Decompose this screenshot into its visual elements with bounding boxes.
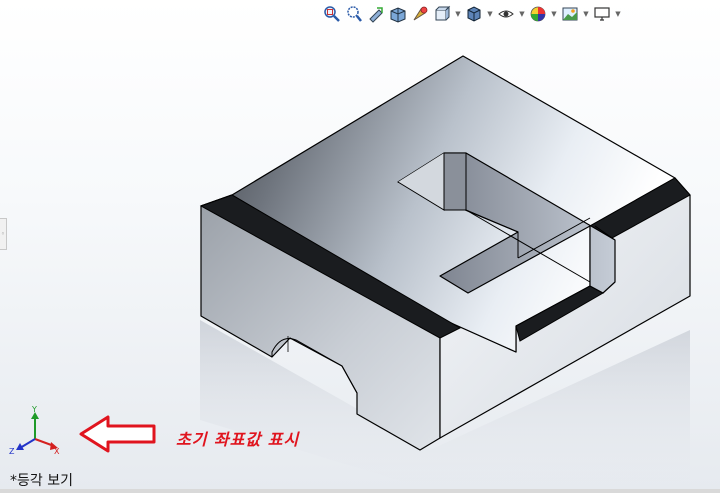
view-orientation-label: *등각 보기 — [10, 473, 73, 489]
axis-z-line — [19, 438, 36, 449]
axis-z-label: Z — [9, 447, 15, 456]
bottom-bar — [0, 489, 720, 493]
axis-x-label: X — [54, 447, 60, 456]
annotation-arrow-icon — [79, 415, 156, 453]
axis-y-label: Y — [31, 406, 37, 414]
annotation-text: 초기 좌표값 표시 — [176, 430, 300, 449]
graphics-area[interactable]: ▼ ▼ ▼ ▼ ▼ ▼ ◦ Y X Z 초기 좌표값 표시 *등각 보기 — [0, 0, 720, 493]
coordinate-triad: Y X Z — [9, 406, 60, 456]
